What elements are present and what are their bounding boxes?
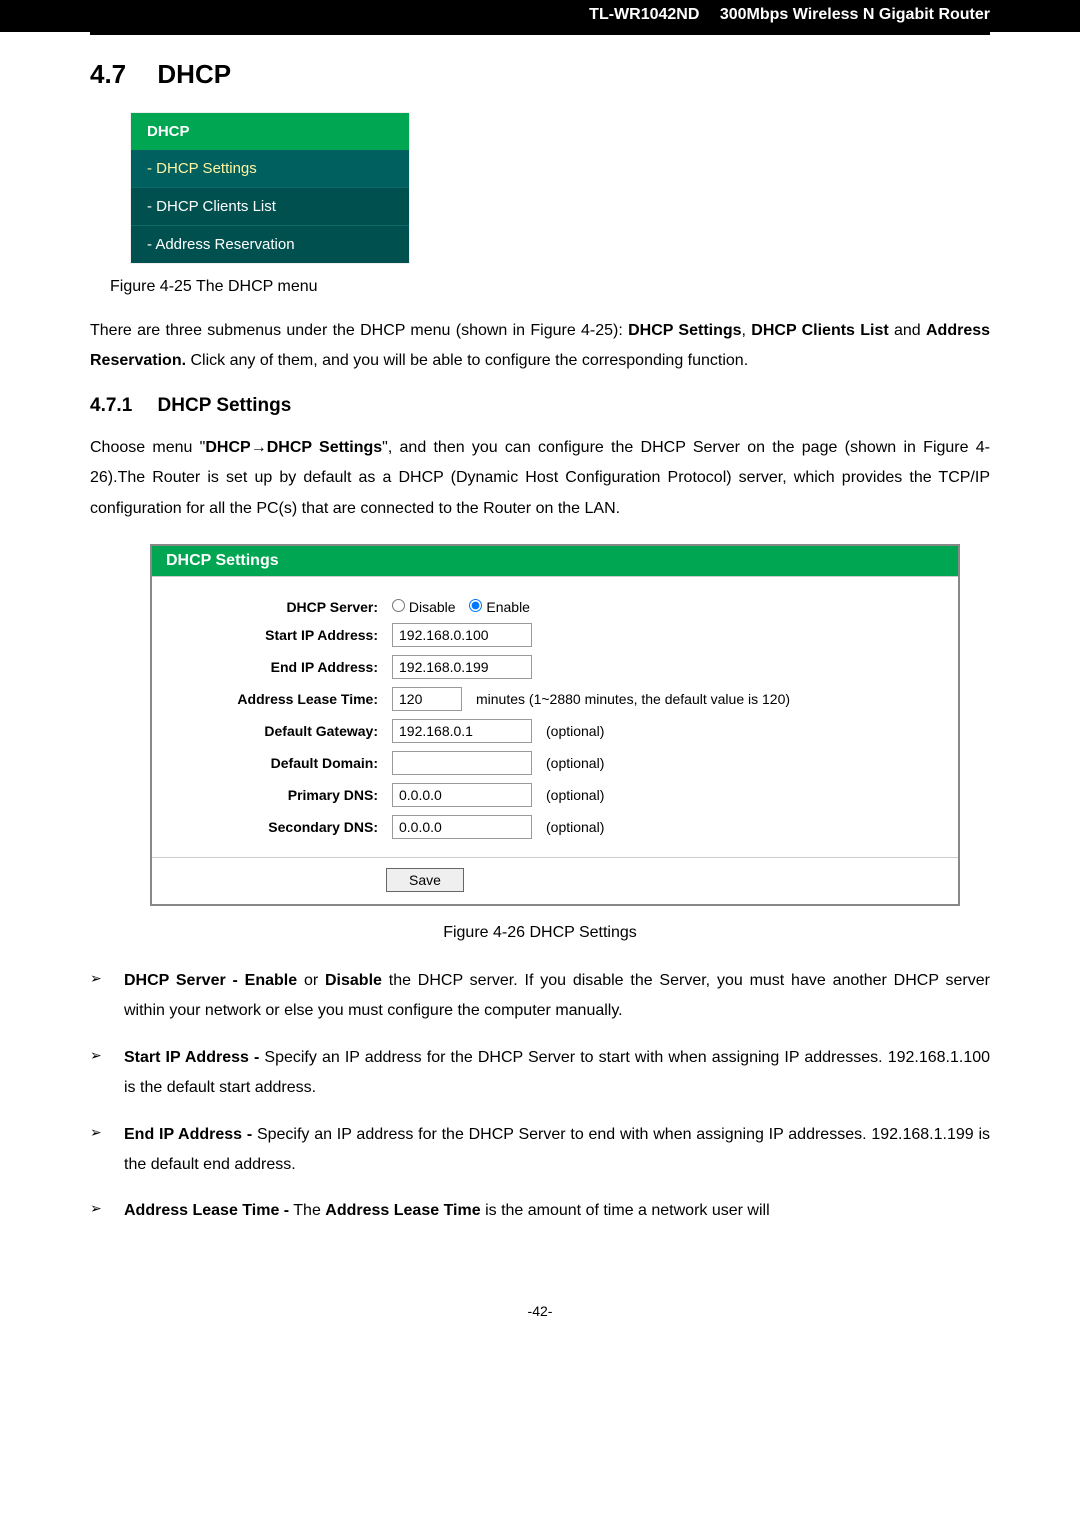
hint-optional: (optional) (546, 819, 604, 835)
hint-optional: (optional) (546, 723, 604, 739)
input-gateway[interactable] (392, 719, 532, 743)
model-code: TL-WR1042ND (589, 6, 699, 23)
label-primary-dns: Primary DNS: (172, 787, 392, 803)
arrow-icon: → (251, 439, 267, 456)
input-end-ip[interactable] (392, 655, 532, 679)
text: There are three submenus under the DHCP … (90, 322, 530, 339)
row-secondary-dns: Secondary DNS: (optional) (172, 811, 938, 843)
list-item: ➢ Address Lease Time - The Address Lease… (90, 1196, 990, 1226)
label-secondary-dns: Secondary DNS: (172, 819, 392, 835)
text: or (297, 972, 325, 989)
radio-disable[interactable] (392, 599, 405, 612)
subsection-heading: 4.7.1 DHCP Settings (90, 395, 990, 417)
label-domain: Default Domain: (172, 755, 392, 771)
bullet-text: Start IP Address - Specify an IP address… (124, 1043, 990, 1104)
radio-enable[interactable] (469, 599, 482, 612)
panel-body: DHCP Server: Disable Enable Start IP Add… (152, 576, 958, 857)
figure-4-26-caption: Figure 4-26 DHCP Settings (90, 924, 990, 942)
bullet-icon: ➢ (90, 1196, 124, 1217)
row-lease-time: Address Lease Time: minutes (1~2880 minu… (172, 683, 938, 715)
radio-disable-label[interactable]: Disable (392, 599, 456, 615)
page-content: 4.7 DHCP DHCP - DHCP Settings - DHCP Cli… (0, 59, 1080, 1273)
label-dhcp-server: DHCP Server: (172, 599, 392, 615)
bold: Address Lease Time (325, 1202, 480, 1219)
hint-optional: (optional) (546, 787, 604, 803)
list-item: ➢ DHCP Server - Enable or Disable the DH… (90, 966, 990, 1027)
row-domain: Default Domain: (optional) (172, 747, 938, 779)
doc-header: TL-WR1042ND 300Mbps Wireless N Gigabit R… (0, 0, 1080, 32)
text: , (742, 322, 752, 339)
label-gateway: Default Gateway: (172, 723, 392, 739)
text: is the amount of time a network user wil… (481, 1202, 770, 1219)
input-start-ip[interactable] (392, 623, 532, 647)
menu-item-reservation: - Address Reservation (131, 225, 409, 263)
text: Choose menu " (90, 439, 205, 456)
radio-text: Enable (486, 599, 530, 615)
bold: Start IP Address - (124, 1049, 259, 1066)
text: Click any of them, and you will be able … (186, 352, 748, 369)
paragraph-submenus: There are three submenus under the DHCP … (90, 316, 990, 377)
fig-ref: Figure 4-25 (530, 322, 613, 339)
bullet-icon: ➢ (90, 1120, 124, 1141)
bold: End IP Address - (124, 1126, 252, 1143)
label-lease-time: Address Lease Time: (172, 691, 392, 707)
section-number: 4.7 (90, 59, 126, 89)
bold: Disable (325, 972, 382, 989)
label-end-ip: End IP Address: (172, 659, 392, 675)
subsection-number: 4.7.1 (90, 395, 132, 416)
input-lease-time[interactable] (392, 687, 462, 711)
text: ", and then you can configure the DHCP S… (382, 439, 923, 456)
radio-text: Disable (409, 599, 456, 615)
radio-enable-label[interactable]: Enable (469, 599, 529, 615)
section-heading: 4.7 DHCP (90, 59, 990, 90)
subsection-title-text: DHCP Settings (158, 395, 292, 416)
section-title-text: DHCP (157, 59, 231, 89)
input-primary-dns[interactable] (392, 783, 532, 807)
input-secondary-dns[interactable] (392, 815, 532, 839)
row-start-ip: Start IP Address: (172, 619, 938, 651)
save-button[interactable]: Save (386, 868, 464, 892)
bold: DHCP Clients List (751, 322, 888, 339)
row-end-ip: End IP Address: (172, 651, 938, 683)
bullet-text: DHCP Server - Enable or Disable the DHCP… (124, 966, 990, 1027)
menu-header: DHCP (131, 113, 409, 150)
bold: DHCP (205, 439, 250, 456)
menu-item-settings: - DHCP Settings (131, 150, 409, 187)
text: ): (613, 322, 628, 339)
label-start-ip: Start IP Address: (172, 627, 392, 643)
text: Specify an IP address for the DHCP Serve… (124, 1126, 990, 1173)
product-name: 300Mbps Wireless N Gigabit Router (720, 6, 990, 23)
bullet-text: End IP Address - Specify an IP address f… (124, 1120, 990, 1181)
figure-4-25-caption: Figure 4-25 The DHCP menu (110, 278, 990, 296)
menu-item-clients: - DHCP Clients List (131, 187, 409, 225)
row-dhcp-server: DHCP Server: Disable Enable (172, 595, 938, 619)
bullet-icon: ➢ (90, 966, 124, 987)
dhcp-settings-panel: DHCP Settings DHCP Server: Disable Enabl… (150, 544, 960, 906)
panel-title: DHCP Settings (152, 546, 958, 576)
page-number: -42- (0, 1273, 1080, 1339)
bullet-list: ➢ DHCP Server - Enable or Disable the DH… (90, 966, 990, 1227)
bold: DHCP Settings (628, 322, 741, 339)
paragraph-choose-menu: Choose menu "DHCP→DHCP Settings", and th… (90, 433, 990, 524)
text: and (889, 322, 926, 339)
bullet-text: Address Lease Time - The Address Lease T… (124, 1196, 990, 1226)
dhcp-server-radio-group: Disable Enable (392, 599, 540, 615)
dhcp-menu: DHCP - DHCP Settings - DHCP Clients List… (130, 112, 410, 264)
text: ).The Router is set up by default as a D… (90, 469, 990, 516)
bold: DHCP Server - Enable (124, 972, 297, 989)
row-primary-dns: Primary DNS: (optional) (172, 779, 938, 811)
panel-footer: Save (152, 857, 958, 904)
list-item: ➢ Start IP Address - Specify an IP addre… (90, 1043, 990, 1104)
bold: DHCP Settings (267, 439, 382, 456)
text: The (289, 1202, 325, 1219)
row-gateway: Default Gateway: (optional) (172, 715, 938, 747)
hint-optional: (optional) (546, 755, 604, 771)
list-item: ➢ End IP Address - Specify an IP address… (90, 1120, 990, 1181)
bold: Address Lease Time - (124, 1202, 289, 1219)
hint-lease: minutes (1~2880 minutes, the default val… (476, 691, 790, 707)
bullet-icon: ➢ (90, 1043, 124, 1064)
input-domain[interactable] (392, 751, 532, 775)
header-rule (90, 32, 990, 35)
